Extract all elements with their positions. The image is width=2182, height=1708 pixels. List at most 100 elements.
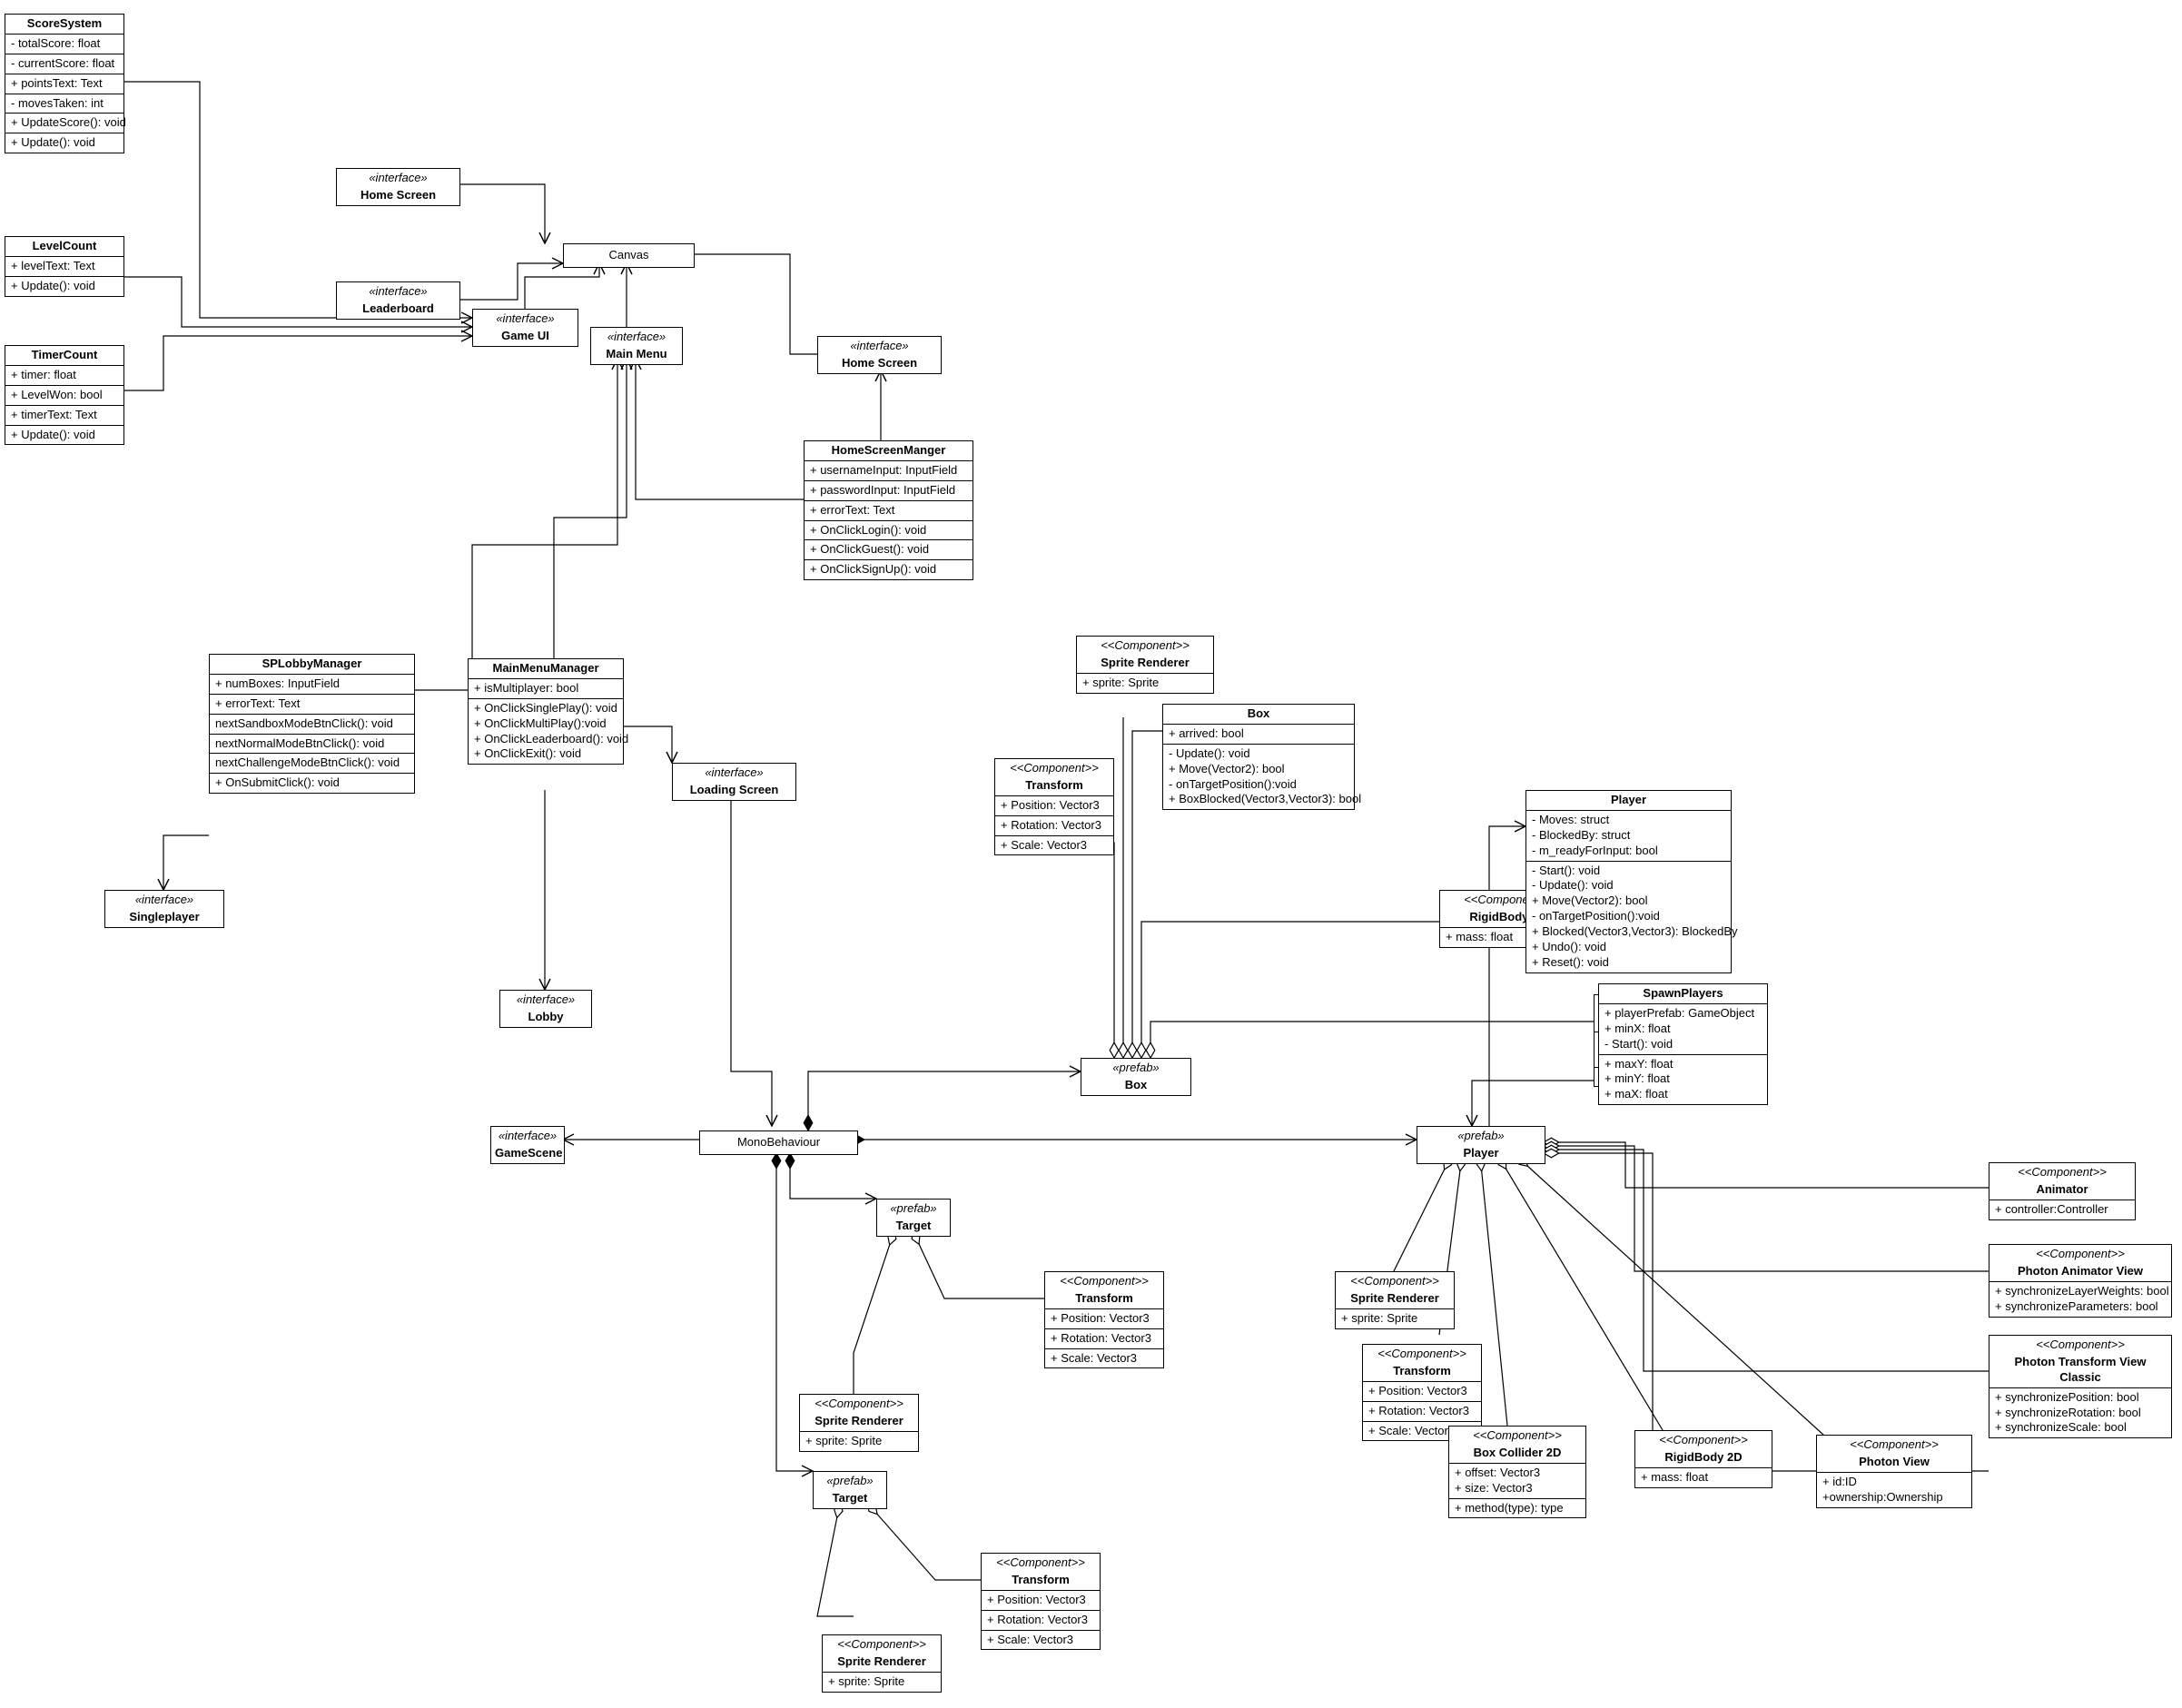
attr: + LevelWon: bool <box>11 388 118 403</box>
attr: + levelText: Text <box>11 259 118 274</box>
meth: + Reset(): void <box>1532 955 1725 971</box>
attr: + Scale: Vector3 <box>1051 1351 1158 1367</box>
component-spriterenderer-target2: <<Component>> Sprite Renderer + sprite: … <box>822 1634 942 1693</box>
attr: - Moves: struct <box>1532 813 1725 828</box>
stereo: <<Component>> <box>823 1635 941 1653</box>
class-name: Sprite Renderer <box>1336 1289 1454 1309</box>
meth: + BoxBlocked(Vector3,Vector3): bool <box>1169 792 1348 807</box>
class-levelcount: LevelCount + levelText: Text + Update():… <box>5 236 124 297</box>
class-player: Player - Moves: struct - BlockedBy: stru… <box>1525 790 1732 973</box>
class-name: SPLobbyManager <box>210 655 414 675</box>
attr: - movesTaken: int <box>11 96 118 112</box>
attr: + synchronizeLayerWeights: bool <box>1995 1284 2166 1299</box>
class-canvas: Canvas <box>563 243 695 268</box>
class-scoresystem: ScoreSystem - totalScore: float - curren… <box>5 14 124 153</box>
attr: + sprite: Sprite <box>1082 676 1208 691</box>
meth: + OnClickSinglePlay(): void <box>474 701 617 716</box>
class-name: MonoBehaviour <box>737 1135 820 1149</box>
attr: +ownership:Ownership <box>1822 1490 1966 1506</box>
attr: + synchronizeScale: bool <box>1995 1420 2166 1436</box>
attr: - Start(): void <box>1604 1037 1762 1052</box>
attr: - BlockedBy: struct <box>1532 828 1725 844</box>
class-name: Box Collider 2D <box>1449 1444 1585 1464</box>
prefab-player: «prefab» Player <box>1417 1126 1545 1164</box>
class-name: MainMenuManager <box>469 659 623 679</box>
class-name: SpawnPlayers <box>1599 984 1767 1004</box>
meth: - Update(): void <box>1532 878 1725 893</box>
attr: + Rotation: Vector3 <box>1368 1404 1476 1419</box>
stereo: <<Component>> <box>1077 637 1213 654</box>
attr: + Scale: Vector3 <box>987 1633 1094 1648</box>
class-name: Sprite Renderer <box>823 1653 941 1673</box>
interface-lobby: «interface» Lobby <box>499 990 592 1028</box>
component-spriterenderer-target1: <<Component>> Sprite Renderer + sprite: … <box>799 1394 919 1452</box>
interface-loadingscreen: «interface» Loading Screen <box>672 763 796 801</box>
meth: nextSandboxModeBtnClick(): void <box>215 716 409 732</box>
stereo: «interface» <box>500 991 591 1008</box>
prefab-target2: «prefab» Target <box>813 1471 887 1509</box>
meth: + Move(Vector2): bool <box>1169 762 1348 777</box>
component-transform-target2: <<Component>> Transform + Position: Vect… <box>981 1553 1101 1650</box>
component-transform-box: <<Component>> Transform + Position: Vect… <box>994 758 1114 855</box>
class-name: Animator <box>1989 1180 2135 1200</box>
stereo: <<Component>> <box>1989 1336 2171 1353</box>
meth: + Update(): void <box>11 428 118 443</box>
class-name: Canvas <box>608 248 648 262</box>
class-name: Photon Transform View Classic <box>1989 1353 2171 1388</box>
prefab-target1: «prefab» Target <box>876 1199 951 1237</box>
uml-diagram: ScoreSystem - totalScore: float - curren… <box>0 0 2182 1708</box>
class-name: Photon Animator View <box>1989 1262 2171 1282</box>
attr: + maX: float <box>1604 1087 1762 1102</box>
meth: + method(type): type <box>1455 1501 1580 1516</box>
meth: - Update(): void <box>1169 746 1348 762</box>
class-name: Player <box>1526 791 1731 811</box>
stereo: «prefab» <box>877 1200 950 1217</box>
stereo: «interface» <box>818 337 941 354</box>
attr: + maxY: float <box>1604 1057 1762 1072</box>
stereo: <<Component>> <box>1989 1245 2171 1262</box>
attr: + minX: float <box>1604 1022 1762 1037</box>
class-name: LevelCount <box>5 237 123 257</box>
meth: + OnSubmitClick(): void <box>215 775 409 791</box>
attr: + errorText: Text <box>810 503 967 518</box>
component-rigidbody2d-player: <<Component>> RigidBody 2D + mass: float <box>1634 1430 1772 1488</box>
attr: + numBoxes: InputField <box>215 676 409 692</box>
component-photonanimatorview: <<Component>> Photon Animator View + syn… <box>1989 1244 2172 1318</box>
class-name: HomeScreenManger <box>805 441 973 461</box>
attr: + timer: float <box>11 368 118 383</box>
attr: + Position: Vector3 <box>1368 1384 1476 1399</box>
stereo: «interface» <box>591 328 682 345</box>
attr: + id:ID <box>1822 1475 1966 1490</box>
attr: + size: Vector3 <box>1455 1481 1580 1496</box>
attr: + controller:Controller <box>1995 1202 2129 1218</box>
attr: + sprite: Sprite <box>1341 1311 1448 1327</box>
stereo: «interface» <box>473 310 578 327</box>
attr: + minY: float <box>1604 1071 1762 1087</box>
attr: + playerPrefab: GameObject <box>1604 1006 1762 1022</box>
class-name: Game UI <box>473 327 578 346</box>
attr: + sprite: Sprite <box>828 1674 935 1690</box>
class-name: Leaderboard <box>337 300 459 319</box>
attr: + synchronizeParameters: bool <box>1995 1299 2166 1315</box>
stereo: <<Component>> <box>1045 1272 1163 1289</box>
attr: - totalScore: float <box>11 36 118 52</box>
meth: + OnClickLogin(): void <box>810 523 967 538</box>
stereo: <<Component>> <box>1817 1436 1971 1453</box>
class-name: Transform <box>1045 1289 1163 1309</box>
meth: + OnClickSignUp(): void <box>810 562 967 578</box>
class-name: TimerCount <box>5 346 123 366</box>
class-name: ScoreSystem <box>5 15 123 35</box>
attr: + Rotation: Vector3 <box>1051 1331 1158 1347</box>
class-timercount: TimerCount + timer: float + LevelWon: bo… <box>5 345 124 445</box>
class-name: Singleplayer <box>105 908 223 927</box>
attr: + Rotation: Vector3 <box>987 1613 1094 1628</box>
class-name: Sprite Renderer <box>1077 654 1213 674</box>
interface-mainmenu: «interface» Main Menu <box>590 327 683 365</box>
meth: + OnClickGuest(): void <box>810 542 967 558</box>
class-name: Sprite Renderer <box>800 1412 918 1432</box>
class-name: Home Screen <box>337 186 459 205</box>
class-name: Transform <box>995 776 1113 796</box>
class-name: Player <box>1417 1144 1545 1163</box>
meth: + OnClickLeaderboard(): void <box>474 732 617 747</box>
stereo: «interface» <box>673 764 795 781</box>
